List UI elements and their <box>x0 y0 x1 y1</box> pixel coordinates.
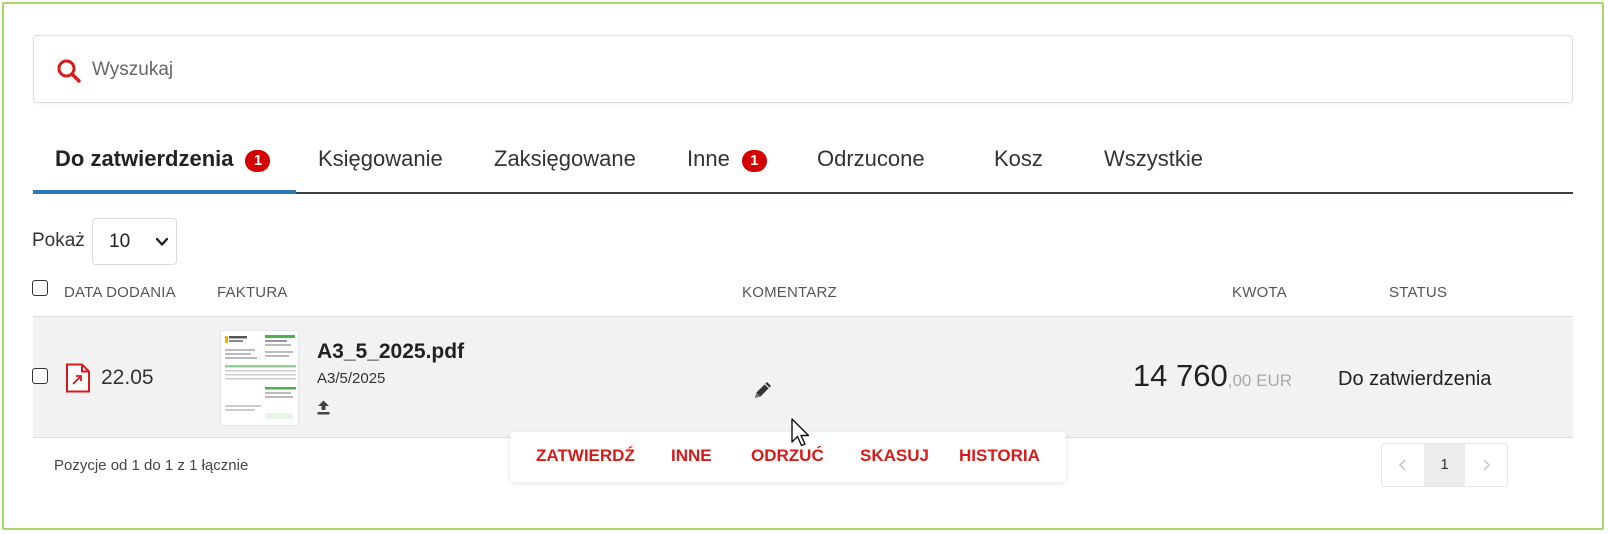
row-date: 22.05 <box>101 366 154 389</box>
column-header-date[interactable]: DATA DODANIA <box>64 284 176 301</box>
row-status: Do zatwierdzenia <box>1338 368 1492 390</box>
tab-odrzucone[interactable]: Odrzucone <box>817 146 925 186</box>
invoice-number: A3/5/2025 <box>317 370 386 387</box>
pagination: 1 <box>1381 443 1508 487</box>
reject-button[interactable]: ODRZUĆ <box>751 446 824 466</box>
next-page-button[interactable] <box>1465 444 1507 486</box>
document-preview-image <box>221 331 298 425</box>
chevron-right-icon <box>1483 459 1491 471</box>
row-checkbox[interactable] <box>32 368 48 384</box>
tab-label: Zaksięgowane <box>494 146 636 171</box>
chevron-left-icon <box>1398 459 1406 471</box>
search-input[interactable] <box>92 52 1552 88</box>
delete-button[interactable]: SKASUJ <box>860 446 929 466</box>
history-button[interactable]: HISTORIA <box>959 446 1040 466</box>
row-actions-bar: ZATWIERDŹ INNE ODRZUĆ SKASUJ HISTORIA <box>510 432 1066 482</box>
mouse-cursor-icon <box>791 418 810 447</box>
column-header-status[interactable]: STATUS <box>1389 284 1447 301</box>
status-tabs: Do zatwierdzenia 1 Księgowanie Zaksięgow… <box>33 140 1573 194</box>
tab-do-zatwierdzenia[interactable]: Do zatwierdzenia 1 <box>55 146 271 186</box>
tab-zaksiegowane[interactable]: Zaksięgowane <box>494 146 636 186</box>
tab-label: Odrzucone <box>817 146 925 171</box>
tab-wszystkie[interactable]: Wszystkie <box>1104 146 1203 186</box>
chevron-down-icon <box>155 237 169 246</box>
invoice-file-name[interactable]: A3_5_2025.pdf <box>317 340 464 364</box>
tab-kosz[interactable]: Kosz <box>994 146 1043 186</box>
page-number-button[interactable]: 1 <box>1424 444 1465 486</box>
search-icon <box>57 59 81 83</box>
edit-comment-icon[interactable] <box>752 379 774 401</box>
active-tab-indicator <box>33 190 296 194</box>
tab-ksiegowanie[interactable]: Księgowanie <box>318 146 443 186</box>
tab-count-badge: 1 <box>245 150 271 172</box>
amount-integer: 14 760 <box>1132 358 1228 393</box>
amount-decimal-currency: ,00 EUR <box>1227 371 1292 390</box>
tab-count-badge: 1 <box>741 150 767 172</box>
approve-button[interactable]: ZATWIERDŹ <box>536 446 635 466</box>
tab-label: Inne <box>687 146 730 171</box>
tab-label: Księgowanie <box>318 146 443 171</box>
column-header-invoice[interactable]: FAKTURA <box>217 284 288 301</box>
previous-page-button[interactable] <box>1382 444 1424 486</box>
tab-label: Do zatwierdzenia <box>55 146 234 171</box>
tab-inne[interactable]: Inne 1 <box>687 146 767 186</box>
other-button[interactable]: INNE <box>671 446 712 466</box>
row-amount: 14 760,00 EUR <box>1133 358 1292 394</box>
upload-icon[interactable] <box>317 400 330 415</box>
page-size-select[interactable]: 10 <box>92 218 177 265</box>
pdf-file-icon[interactable] <box>65 363 91 393</box>
page-size-value: 10 <box>109 231 131 252</box>
page-size-label: Pokaż <box>32 230 85 251</box>
tab-label: Kosz <box>994 146 1043 171</box>
invoice-thumbnail[interactable] <box>220 330 299 426</box>
column-header-amount[interactable]: KWOTA <box>1232 284 1287 301</box>
pagination-info: Pozycje od 1 do 1 z 1 łącznie <box>54 457 249 474</box>
tab-label: Wszystkie <box>1104 146 1203 171</box>
search-bar[interactable] <box>33 35 1573 103</box>
select-all-checkbox[interactable] <box>32 280 48 296</box>
column-header-comment: KOMENTARZ <box>742 284 837 301</box>
